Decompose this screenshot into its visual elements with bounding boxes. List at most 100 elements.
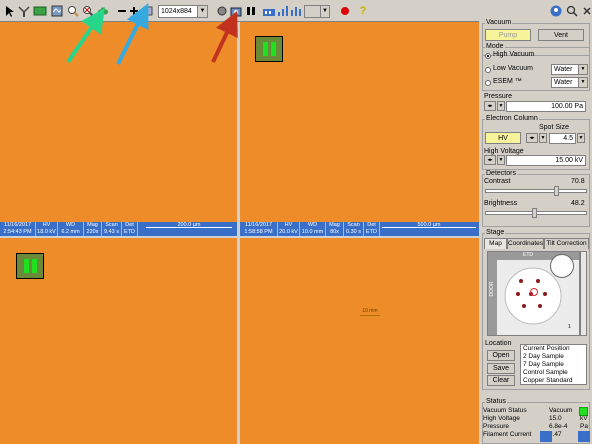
location-item[interactable]: Copper Standard <box>523 377 586 384</box>
vent-button[interactable]: Vent <box>538 29 584 41</box>
esem-gas-select[interactable]: Water ▼ <box>551 77 588 88</box>
brightness-slider-thumb[interactable] <box>531 208 537 218</box>
pump-button[interactable]: Pump <box>485 29 531 41</box>
spot-size-field[interactable]: 4.5 <box>549 133 576 144</box>
detector-tool-icon[interactable] <box>17 4 31 18</box>
location-item[interactable]: 7 Day Sample <box>523 361 586 369</box>
tab-coordinates[interactable]: Coordinates <box>507 238 544 249</box>
scale-bar: 10 mm <box>360 307 380 316</box>
window-close-icon[interactable] <box>580 4 591 18</box>
grab-frame-icon[interactable] <box>215 4 229 18</box>
bar-chart-alt-icon[interactable] <box>289 4 303 18</box>
zoom-in-icon[interactable] <box>127 4 141 18</box>
help-icon[interactable]: ? <box>356 4 370 18</box>
tab-map[interactable]: Map <box>484 238 507 249</box>
high-vacuum-radio[interactable] <box>485 53 491 59</box>
databar-scan: 0.30 s <box>346 228 361 235</box>
high-voltage-adjust-icon[interactable]: ◂▸ <box>484 155 496 165</box>
databar-wd: 6.2 mm <box>61 228 80 235</box>
databar-top-right: 11/16/2017 1:58:58 PM HV 20.0 kV WD 10.0… <box>240 222 479 236</box>
pause-icon[interactable] <box>244 4 258 18</box>
sample-stub <box>543 292 547 296</box>
pressure-field[interactable]: 100.00 Pa <box>506 101 586 112</box>
high-voltage-label: High Voltage <box>484 148 524 155</box>
etd-label: ETD <box>523 252 533 258</box>
filter-select[interactable]: ▼ <box>304 5 330 18</box>
databar-wd: 10.0 mm <box>301 228 324 235</box>
status-row: Pressure 6.8e-4 Pa <box>483 423 589 431</box>
record-icon[interactable] <box>338 4 352 18</box>
location-save-button[interactable]: Save <box>487 363 515 374</box>
chevron-down-icon[interactable]: ▼ <box>577 133 585 143</box>
sample-stub <box>536 279 540 283</box>
spot-size-adjust-icon[interactable]: ◂▸ <box>526 133 538 143</box>
search-icon[interactable] <box>565 4 579 18</box>
pressure-adjust-icon[interactable]: ◂▸ <box>484 101 496 111</box>
status-settings-icon[interactable] <box>540 431 552 442</box>
image-quad-bottom-right[interactable] <box>240 238 479 444</box>
sample-stub <box>516 292 520 296</box>
status-row: Filament Current 2.47 A <box>483 431 589 439</box>
chevron-down-icon: ▼ <box>320 6 329 17</box>
databar-mag: 80x <box>330 228 339 235</box>
esem-label: ESEM ™ <box>493 78 522 85</box>
location-item[interactable]: Control Sample <box>523 369 586 377</box>
magnifier-plus-icon[interactable] <box>66 4 80 18</box>
select-cursor-icon[interactable] <box>3 4 17 18</box>
stage-map[interactable]: DOOR ETD 1 <box>487 251 580 336</box>
status-label: Pressure <box>483 423 510 430</box>
stage-tabs: Map Coordinates Tilt Correction <box>484 238 589 250</box>
sample-stub <box>522 304 526 308</box>
location-list[interactable]: Current Position 2 Day Sample 7 Day Samp… <box>520 344 587 385</box>
brightness-value: 48.2 <box>571 200 585 207</box>
chevron-down-icon[interactable]: ▼ <box>539 133 547 143</box>
resolution-select[interactable]: 1024x884 ▼ <box>158 5 208 18</box>
status-row: High Voltage 15.0 kV <box>483 415 589 423</box>
paused-indicator-icon <box>255 36 283 62</box>
location-item[interactable]: Current Position <box>523 345 586 353</box>
location-clear-button[interactable]: Clear <box>487 375 515 386</box>
beam-shift-icon[interactable] <box>96 4 112 18</box>
magnifier-x-icon[interactable] <box>81 4 95 18</box>
gas-value: Water <box>554 66 573 73</box>
gas-value: Water <box>554 79 573 86</box>
status-label: Vacuum Status <box>483 407 527 414</box>
databar-time: 2:54:43 PM <box>3 228 32 235</box>
map-scale-label: 1 <box>568 324 571 330</box>
brightness-label: Brightness <box>484 200 518 207</box>
chevron-down-icon[interactable]: ▼ <box>497 155 505 165</box>
map-scrollbar[interactable] <box>580 251 587 336</box>
esem-radio[interactable] <box>485 80 491 86</box>
databar-date: 11/16/2017 <box>3 222 32 228</box>
location-open-button[interactable]: Open <box>487 350 515 361</box>
contrast-slider-thumb[interactable] <box>553 186 559 196</box>
image-quad-top-left[interactable] <box>0 22 237 222</box>
status-title: Status <box>485 398 507 405</box>
camera-icon[interactable] <box>229 4 243 18</box>
user-icon[interactable] <box>549 4 563 18</box>
high-vacuum-label: High Vacuum <box>493 51 535 58</box>
location-item[interactable]: 2 Day Sample <box>523 353 586 361</box>
contrast-slider-track[interactable] <box>485 189 587 193</box>
low-vacuum-radio[interactable] <box>485 67 491 73</box>
contrast-value: 70.8 <box>571 178 585 185</box>
bar-chart-up-icon[interactable] <box>276 4 290 18</box>
spot-size-label: Spot Size <box>539 124 569 131</box>
resolution-value: 1024x884 <box>161 8 192 15</box>
low-vacuum-gas-select[interactable]: Water ▼ <box>551 64 588 75</box>
quad-divider-h <box>0 236 479 238</box>
databar-time: 1:58:58 PM <box>244 228 273 235</box>
hv-button[interactable]: HV <box>485 132 521 144</box>
tab-tilt-correction[interactable]: Tilt Correction <box>544 238 589 249</box>
bar-chart-icon[interactable] <box>262 4 276 18</box>
screen-icon[interactable] <box>33 4 47 18</box>
databar-det: ETD <box>366 228 377 235</box>
scan-icon[interactable] <box>50 4 64 18</box>
high-voltage-field[interactable]: 15.00 kV <box>506 155 586 166</box>
move-icon[interactable] <box>141 4 155 18</box>
electron-column-title: Electron Column <box>485 115 539 122</box>
mode-title: Mode <box>485 43 505 50</box>
status-refresh-icon[interactable] <box>578 431 590 442</box>
low-vacuum-label: Low Vacuum <box>493 65 533 72</box>
chevron-down-icon[interactable]: ▼ <box>497 101 505 111</box>
